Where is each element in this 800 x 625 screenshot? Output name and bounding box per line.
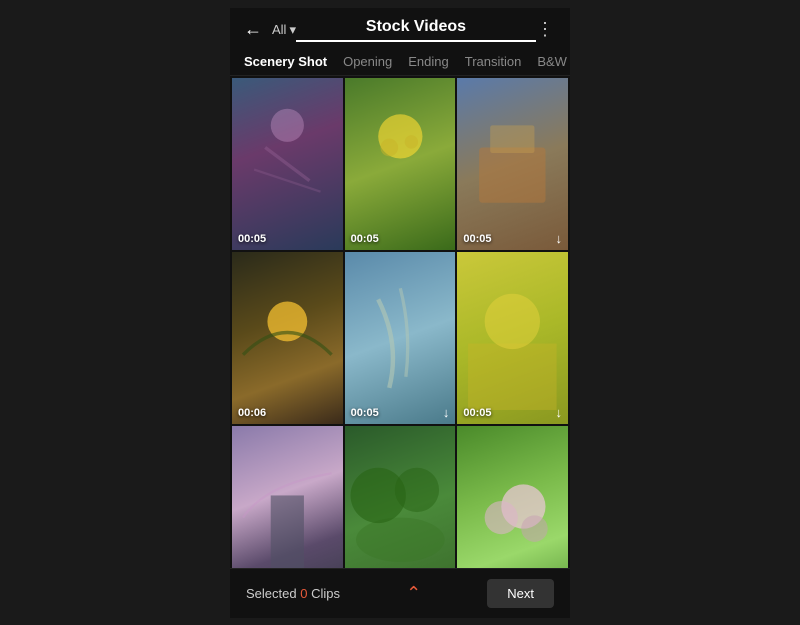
video-thumbnail bbox=[232, 78, 343, 250]
next-button[interactable]: Next bbox=[487, 579, 554, 608]
video-thumbnail bbox=[232, 252, 343, 424]
video-tile[interactable]: 00:05 ↓ bbox=[345, 252, 456, 424]
header: ← All ▾ Stock Videos ⋮ bbox=[230, 8, 570, 48]
video-duration: 00:05 bbox=[351, 407, 379, 419]
page-title: Stock Videos bbox=[296, 18, 536, 42]
tab-ending[interactable]: Ending bbox=[408, 48, 448, 75]
video-grid: 00:05 00:05 bbox=[232, 78, 568, 568]
video-thumbnail bbox=[345, 426, 456, 568]
video-tile[interactable]: 00:05 ↓ bbox=[345, 426, 456, 568]
video-duration: 00:05 bbox=[463, 407, 491, 419]
tab-opening[interactable]: Opening bbox=[343, 48, 392, 75]
filter-dropdown[interactable]: All ▾ bbox=[272, 22, 296, 38]
download-icon[interactable]: ↓ bbox=[443, 405, 450, 420]
bottom-bar: Selected 0 Clips ⌃ Next bbox=[230, 568, 570, 618]
selected-count: 0 bbox=[300, 586, 307, 601]
video-thumbnail bbox=[232, 426, 343, 568]
video-duration: 00:06 bbox=[238, 407, 266, 419]
back-button[interactable]: ← bbox=[244, 19, 262, 40]
video-tile[interactable]: 00:05 ↓ bbox=[457, 78, 568, 250]
video-thumbnail bbox=[457, 252, 568, 424]
video-tile[interactable]: 00:06 bbox=[232, 252, 343, 424]
download-icon[interactable]: ↓ bbox=[555, 231, 562, 246]
video-thumbnail bbox=[345, 78, 456, 250]
phone-container: ← All ▾ Stock Videos ⋮ Scenery Shot Open… bbox=[230, 8, 570, 618]
selected-clips-text: Selected 0 Clips bbox=[246, 586, 340, 601]
filter-label: All bbox=[272, 22, 286, 37]
video-duration: 00:05 bbox=[463, 233, 491, 245]
video-tile[interactable]: 00:05 ↓ bbox=[457, 252, 568, 424]
video-grid-scroll[interactable]: 00:05 00:05 bbox=[230, 76, 570, 568]
video-thumbnail bbox=[457, 78, 568, 250]
video-duration: 00:05 bbox=[351, 233, 379, 245]
tab-scenery-shot[interactable]: Scenery Shot bbox=[244, 48, 327, 75]
video-tile[interactable]: 00:05 bbox=[345, 78, 456, 250]
tab-bw[interactable]: B&W bbox=[537, 48, 567, 75]
video-duration: 00:05 bbox=[238, 233, 266, 245]
more-options-button[interactable]: ⋮ bbox=[536, 19, 556, 40]
video-thumbnail bbox=[457, 426, 568, 568]
video-tile[interactable]: 00:05 bbox=[232, 78, 343, 250]
video-thumbnail bbox=[345, 252, 456, 424]
chevron-up-icon[interactable]: ⌃ bbox=[406, 583, 421, 604]
video-tile[interactable]: 00:05 ↓ bbox=[457, 426, 568, 568]
tab-transition[interactable]: Transition bbox=[465, 48, 522, 75]
header-left: ← All ▾ bbox=[244, 19, 296, 40]
selected-label: Selected bbox=[246, 586, 297, 601]
video-tile[interactable]: 00:05 ↓ bbox=[232, 426, 343, 568]
clips-unit: Clips bbox=[311, 586, 340, 601]
download-icon[interactable]: ↓ bbox=[555, 405, 562, 420]
tabs-bar: Scenery Shot Opening Ending Transition B… bbox=[230, 48, 570, 76]
